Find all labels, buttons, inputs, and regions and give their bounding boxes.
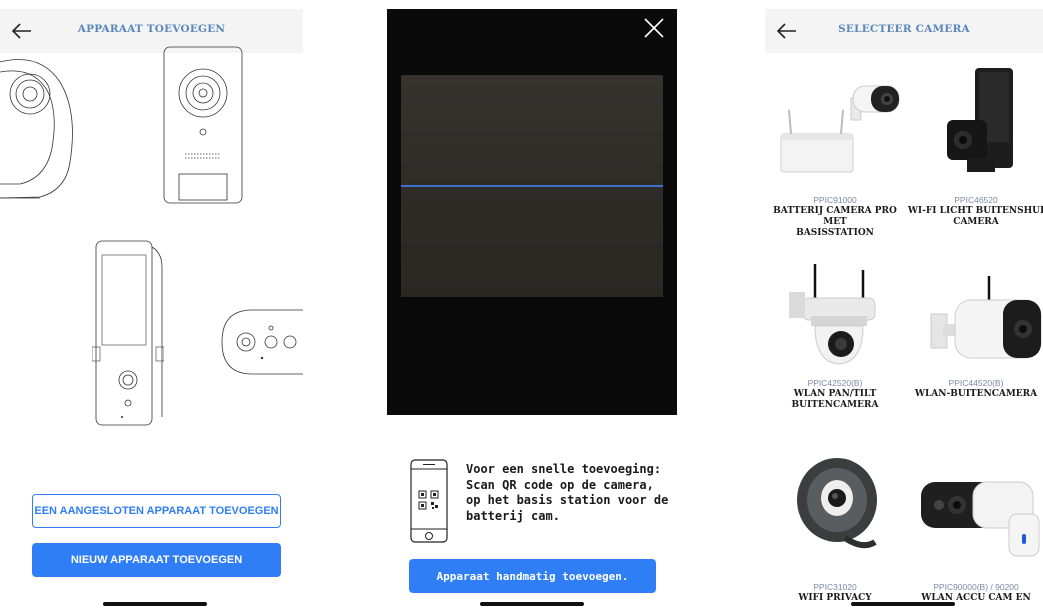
camera-code: PPIC91000 [813, 195, 857, 205]
hint-line: op het basis station voor de [466, 493, 669, 507]
outdoor-camera-image [930, 276, 1042, 359]
add-connected-device-button[interactable]: EEN AANGESLOTEN APPARAAT TOEVOEGEN [32, 494, 281, 528]
camera-name-line: WLAN PAN/TILT [793, 389, 877, 399]
camera-viewfinder [387, 9, 677, 415]
add-device-screen: APPARAAT TOEVOEGEN EEN AANGESLOTEN APPAR… [0, 0, 303, 610]
camera-name: WLAN PAN/TILT BUITENCAMERA [765, 389, 910, 411]
qr-scan-screen: Voor een snelle toevoeging: Scan QR code… [387, 0, 677, 610]
camera-name: WI-FI LICHT BUITENSHUI CAMERA [901, 206, 1043, 228]
scan-line [401, 185, 663, 187]
close-icon[interactable] [643, 17, 665, 39]
camera-code: PPIC46520 [954, 195, 998, 205]
page-title: SELECTEER CAMERA [838, 23, 970, 35]
hint-line: Voor een snelle toevoeging: [466, 462, 662, 476]
camera-name: BATTERIJ CAMERA PRO MET BASISSTATION [765, 206, 910, 239]
camera-code: PPIC31020 [813, 582, 857, 592]
camera-code: PPIC44520(B) [948, 378, 1004, 388]
pan-tilt-camera-image [789, 264, 876, 365]
add-manually-button[interactable]: Apparaat handmatig toevoegen. [409, 559, 656, 593]
header-bar: APPARAAT TOEVOEGEN [0, 9, 303, 53]
camera-name-line: BATTERIJ CAMERA PRO MET [773, 206, 897, 227]
camera-code: PPIC42520(B) [807, 378, 863, 388]
privacy-camera-image [797, 458, 877, 549]
camera-name: WLAN-BUITENCAMERA [901, 389, 1043, 400]
home-indicator[interactable] [851, 602, 955, 606]
header-bar: SELECTEER CAMERA [765, 9, 1043, 53]
home-indicator[interactable] [480, 602, 584, 606]
accu-camera-image [921, 481, 1040, 557]
page-title: APPARAAT TOEVOEGEN [77, 23, 226, 35]
camera-code: PPIC90000(B) / 90200 [933, 582, 1019, 592]
home-indicator[interactable] [103, 602, 207, 606]
camera-name-line: CAMERA [953, 217, 999, 227]
camera-name-line: WI-FI LICHT BUITENSHUI [907, 206, 1043, 216]
phone-qr-icon [410, 459, 448, 543]
camera-name-line: WLAN-BUITENCAMERA [914, 389, 1038, 399]
light-camera-image [947, 68, 1013, 172]
camera-pro-base-image [780, 85, 900, 173]
select-camera-screen: SELECTEER CAMERA PPIC91000 BATTERIJ CAME… [765, 0, 1043, 610]
hint-line: Scan QR code op de camera, [466, 477, 654, 492]
light-camera-illustration [92, 240, 164, 426]
camera-name-line: BASISSTATION [796, 228, 874, 238]
camera-name-line: BUITENCAMERA [791, 400, 879, 410]
scan-area [401, 75, 663, 297]
bullet-camera-illustration [221, 309, 303, 375]
quick-add-hint: Voor een snelle toevoeging: Scan QR code… [466, 462, 676, 524]
add-new-device-button[interactable]: NIEUW APPARAAT TOEVOEGEN [32, 543, 281, 577]
hint-line: batterij cam. [466, 508, 560, 523]
dome-camera-illustration [0, 59, 73, 199]
doorbell-camera-illustration [163, 46, 243, 204]
